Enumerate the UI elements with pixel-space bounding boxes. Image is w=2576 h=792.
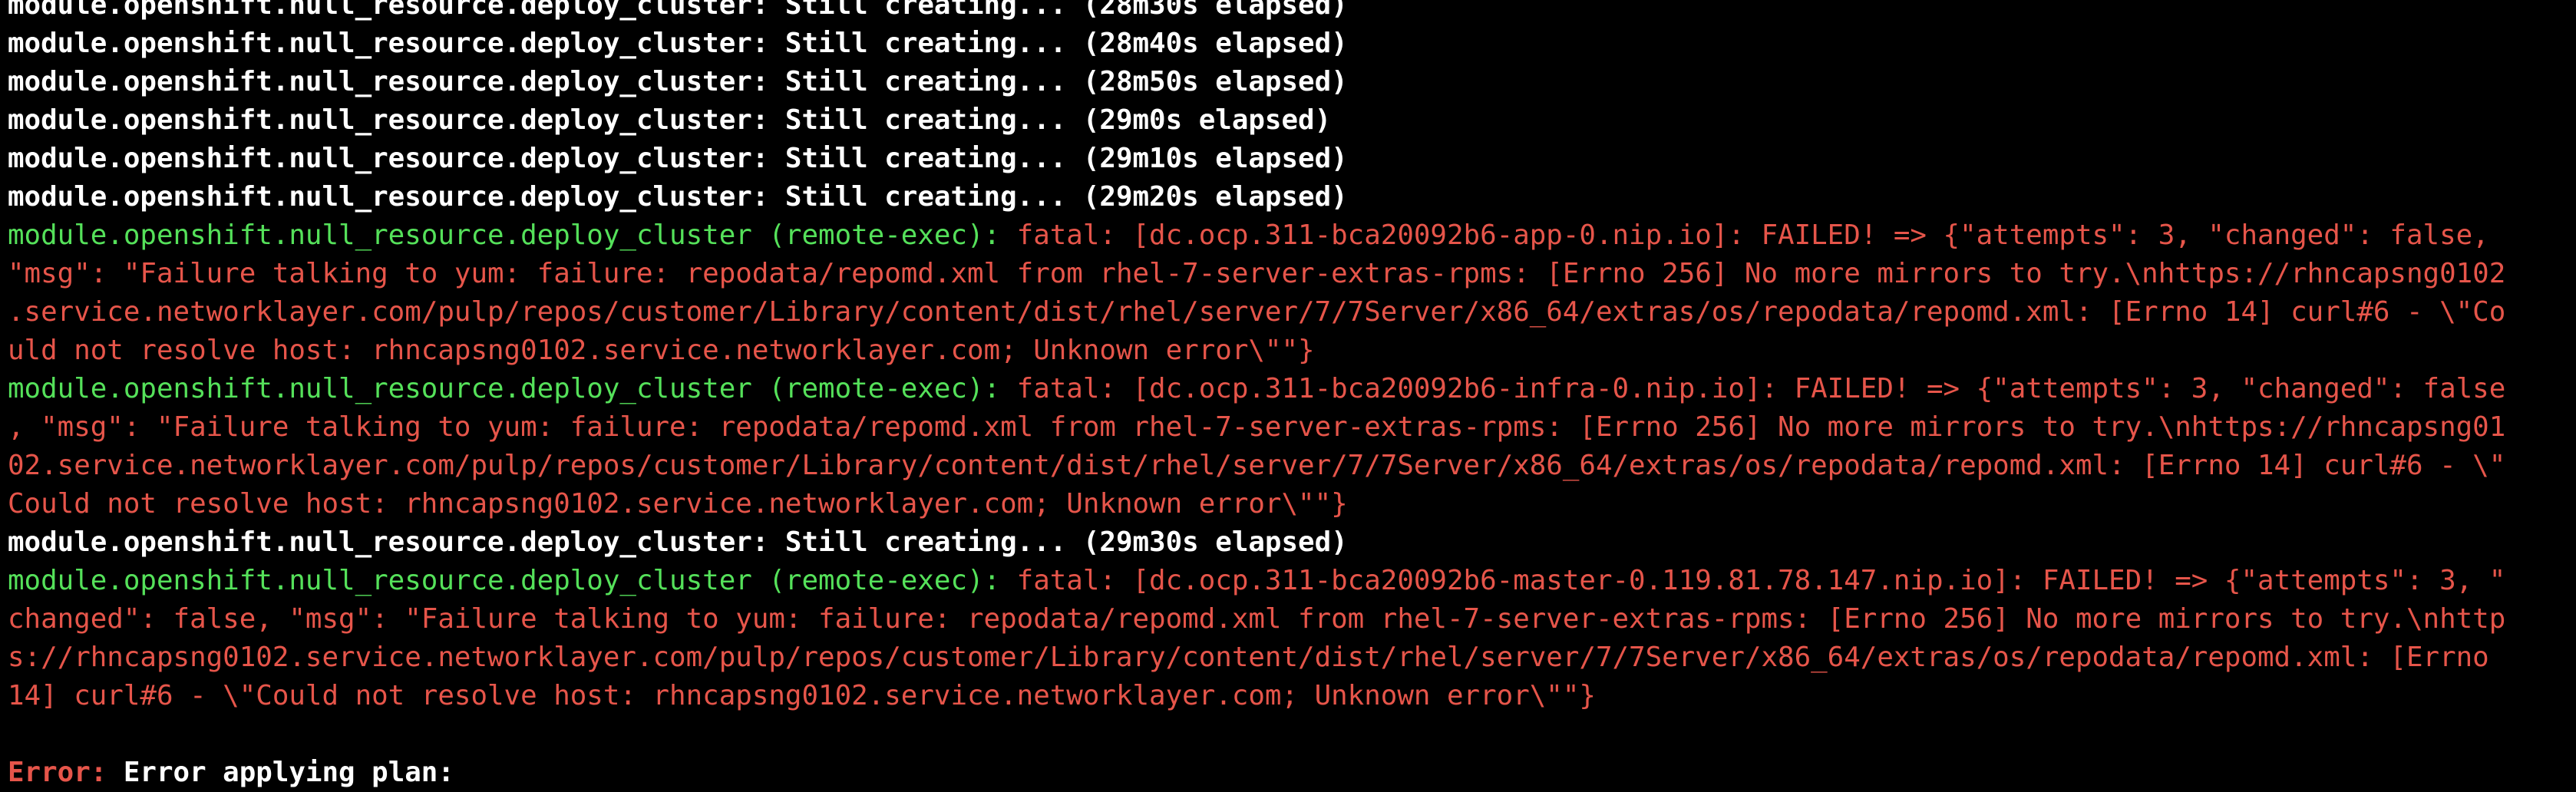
fatal-error-continuation: 14] curl#6 - \"Could not resolve host: r… (8, 680, 1596, 711)
fatal-error-continuation: s://rhncapsng0102.service.networklayer.c… (8, 642, 2489, 673)
fatal-message: fatal: [dc.ocp.311-bca20092b6-master-0.1… (1000, 565, 2506, 596)
error-summary-line: Error: Error applying plan: (8, 754, 2571, 792)
fatal-message: fatal: [dc.ocp.311-bca20092b6-app-0.nip.… (1000, 219, 2489, 251)
fatal-error-line: module.openshift.null_resource.deploy_cl… (8, 370, 2571, 408)
error-label: Error: (8, 757, 107, 788)
error-text: Error applying plan: (107, 757, 454, 788)
fatal-error-continuation: , "msg": "Failure talking to yum: failur… (8, 411, 2506, 443)
status-line: module.openshift.null_resource.deploy_cl… (8, 143, 1348, 174)
fatal-error-line: module.openshift.null_resource.deploy_cl… (8, 562, 2571, 600)
terminal-output[interactable]: module.openshift.null_resource.deploy_cl… (8, 0, 2571, 792)
status-line: module.openshift.null_resource.deploy_cl… (8, 526, 1348, 558)
fatal-error-line: module.openshift.null_resource.deploy_cl… (8, 216, 2571, 255)
fatal-error-continuation: 02.service.networklayer.com/pulp/repos/c… (8, 450, 2506, 481)
fatal-error-continuation: Could not resolve host: rhncapsng0102.se… (8, 488, 1348, 520)
status-line: module.openshift.null_resource.deploy_cl… (8, 28, 1348, 59)
status-line: module.openshift.null_resource.deploy_cl… (8, 104, 1332, 136)
resource-prefix: module.openshift.null_resource.deploy_cl… (8, 565, 1001, 596)
fatal-error-continuation: .service.networklayer.com/pulp/repos/cus… (8, 296, 2506, 328)
fatal-message: fatal: [dc.ocp.311-bca20092b6-infra-0.ni… (1000, 373, 2506, 404)
fatal-error-continuation: uld not resolve host: rhncapsng0102.serv… (8, 335, 1315, 366)
status-line: module.openshift.null_resource.deploy_cl… (8, 181, 1348, 213)
resource-prefix: module.openshift.null_resource.deploy_cl… (8, 373, 1001, 404)
status-line: module.openshift.null_resource.deploy_cl… (8, 0, 1348, 21)
resource-prefix: module.openshift.null_resource.deploy_cl… (8, 219, 1001, 251)
status-line: module.openshift.null_resource.deploy_cl… (8, 66, 1348, 97)
fatal-error-continuation: "msg": "Failure talking to yum: failure:… (8, 258, 2506, 289)
fatal-error-continuation: changed": false, "msg": "Failure talking… (8, 603, 2506, 635)
